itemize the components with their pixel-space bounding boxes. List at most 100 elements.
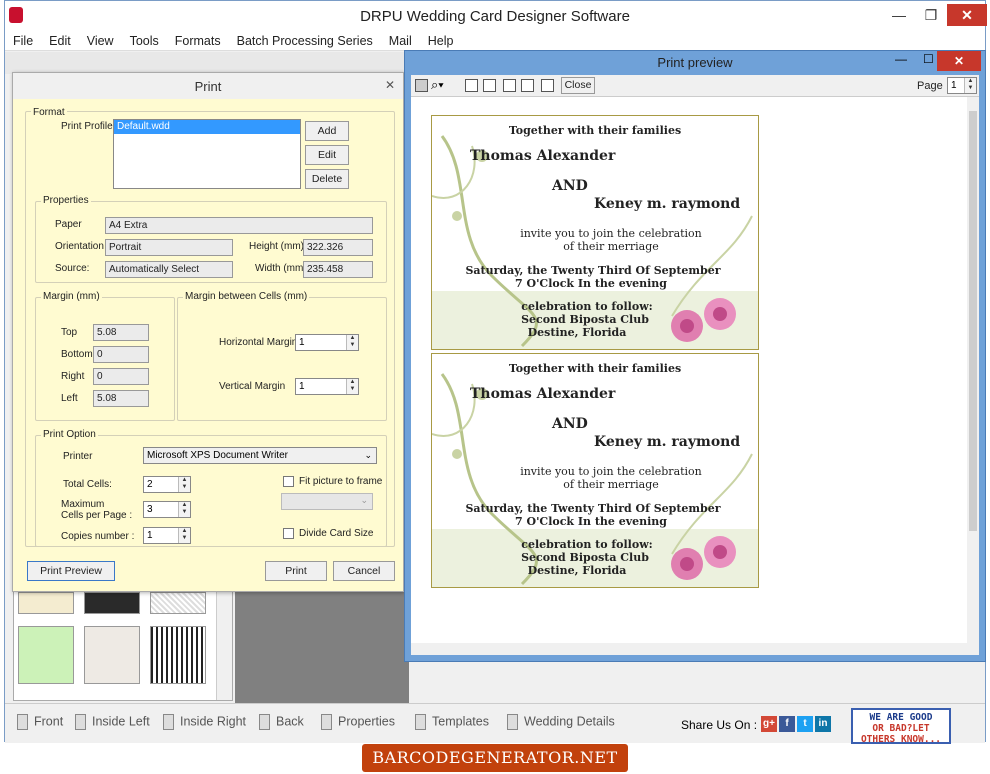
toolbar <box>5 52 405 74</box>
printer-select[interactable]: Microsoft XPS Document Writer ⌄ <box>143 447 377 464</box>
top-margin-field[interactable]: 5.08 <box>93 324 149 341</box>
preview-close-icon[interactable]: ✕ <box>937 51 981 71</box>
spin-arrows-icon[interactable]: ▲ ▼ <box>178 528 190 543</box>
spin-arrows-icon[interactable]: ▲ ▼ <box>346 379 358 394</box>
total-cells-stepper[interactable]: 2 ▲ ▼ <box>143 476 191 493</box>
template-thumbnail[interactable] <box>84 626 140 684</box>
menu-mail[interactable]: Mail <box>381 31 420 51</box>
print-profile-list[interactable]: Default.wdd <box>113 119 301 189</box>
copies-stepper[interactable]: 1 ▲ ▼ <box>143 527 191 544</box>
six-pages-icon[interactable] <box>541 79 554 92</box>
tab-inside-right[interactable]: Inside Right <box>163 714 246 730</box>
card-text: of their merriage <box>563 240 659 253</box>
tab-properties[interactable]: Properties <box>321 714 395 730</box>
bottom-margin-field[interactable]: 0 <box>93 346 149 363</box>
three-pages-icon[interactable] <box>503 79 516 92</box>
menu-formats[interactable]: Formats <box>167 31 229 51</box>
menu-tools[interactable]: Tools <box>122 31 167 51</box>
preview-close-button[interactable]: Close <box>561 77 595 94</box>
feedback-line: OTHERS KNOW... <box>860 734 942 745</box>
cancel-button[interactable]: Cancel <box>333 561 395 581</box>
minimize-button[interactable]: — <box>885 4 913 26</box>
menu-file[interactable]: File <box>5 31 41 51</box>
paper-label: Paper <box>55 219 82 230</box>
menu-view[interactable]: View <box>79 31 122 51</box>
card-text: Saturday, the Twenty Third Of September <box>465 502 721 515</box>
close-button[interactable]: ✕ <box>947 4 987 26</box>
facebook-icon[interactable]: f <box>779 716 795 732</box>
template-thumbnail[interactable] <box>84 592 140 614</box>
feedback-badge[interactable]: WE ARE GOOD OR BAD?LET OTHERS KNOW... <box>851 708 951 745</box>
print-preview-button[interactable]: Print Preview <box>27 561 115 581</box>
fit-picture-select: ⌄ <box>281 493 373 510</box>
left-margin-field[interactable]: 5.08 <box>93 390 149 407</box>
card-text: of their merriage <box>563 478 659 491</box>
print-icon[interactable] <box>415 79 428 92</box>
spin-arrows-icon[interactable]: ▲ ▼ <box>346 335 358 350</box>
tab-label: Templates <box>432 714 489 729</box>
one-page-icon[interactable] <box>465 79 478 92</box>
horizontal-margin-stepper[interactable]: 1 ▲ ▼ <box>295 334 359 351</box>
template-thumbnail[interactable] <box>150 592 206 614</box>
print-dialog-close-button[interactable]: ✕ <box>379 75 401 95</box>
printer-value: Microsoft XPS Document Writer <box>147 450 288 461</box>
maximize-icon[interactable]: ☐ <box>923 52 934 66</box>
tab-wedding-details[interactable]: Wedding Details <box>507 714 615 730</box>
two-pages-icon[interactable] <box>483 79 496 92</box>
thumbnail-scrollbar[interactable] <box>216 592 232 700</box>
tab-inside-left[interactable]: Inside Left <box>75 714 150 730</box>
template-thumbnail[interactable] <box>18 592 74 614</box>
card-text: invite you to join the celebration <box>520 465 702 478</box>
menu-batch-processing[interactable]: Batch Processing Series <box>229 31 381 51</box>
minimize-icon[interactable]: — <box>895 52 907 66</box>
bride-name: Keney m. raymond <box>594 434 741 450</box>
margin-legend: Margin (mm) <box>41 291 102 302</box>
template-thumbnail[interactable] <box>18 626 74 684</box>
template-thumbnail[interactable] <box>150 626 206 684</box>
delete-profile-button[interactable]: Delete <box>305 169 349 189</box>
menu-edit[interactable]: Edit <box>41 31 79 51</box>
preview-vertical-scrollbar[interactable] <box>967 97 979 643</box>
properties-legend: Properties <box>41 195 91 206</box>
tab-label: Front <box>34 714 64 729</box>
fit-picture-checkbox[interactable] <box>283 476 294 487</box>
orientation-label: Orientation <box>55 241 104 252</box>
zoom-icon[interactable]: ⌕▾ <box>431 77 444 93</box>
divide-card-checkbox[interactable] <box>283 528 294 539</box>
preview-horizontal-scrollbar[interactable] <box>411 643 979 655</box>
right-margin-field[interactable]: 0 <box>93 368 149 385</box>
print-button[interactable]: Print <box>265 561 327 581</box>
scroll-thumb[interactable] <box>969 111 977 531</box>
tab-templates[interactable]: Templates <box>415 714 489 730</box>
page-stepper[interactable]: 1 ▲ ▼ <box>947 77 977 94</box>
tab-front[interactable]: Front <box>17 714 63 730</box>
tab-back[interactable]: Back <box>259 714 304 730</box>
spin-arrows-icon[interactable]: ▲ ▼ <box>178 502 190 517</box>
four-pages-icon[interactable] <box>521 79 534 92</box>
app-title: DRPU Wedding Card Designer Software <box>360 8 630 25</box>
details-icon <box>507 714 518 730</box>
menu-help[interactable]: Help <box>420 31 462 51</box>
card-text: Destine, Florida <box>527 564 627 577</box>
spin-arrows-icon[interactable]: ▲ ▼ <box>178 477 190 492</box>
share-label: Share Us On : <box>681 718 758 732</box>
restore-button[interactable]: ❐ <box>917 4 945 26</box>
card-icon <box>163 714 174 730</box>
orientation-field: Portrait <box>105 239 233 256</box>
twitter-icon[interactable]: t <box>797 716 813 732</box>
spin-arrows-icon[interactable]: ▲ ▼ <box>964 78 976 93</box>
add-profile-button[interactable]: Add <box>305 121 349 141</box>
vertical-margin-stepper[interactable]: 1 ▲ ▼ <box>295 378 359 395</box>
card-text: Together with their families <box>508 124 682 137</box>
groom-name: Thomas Alexander <box>470 386 616 402</box>
cell-margin-legend: Margin between Cells (mm) <box>183 291 310 302</box>
card-preview: Together with their families Thomas Alex… <box>431 115 759 350</box>
google-plus-icon[interactable]: g+ <box>761 716 777 732</box>
template-thumbnail-panel <box>13 591 233 701</box>
edit-profile-button[interactable]: Edit <box>305 145 349 165</box>
profile-list-item[interactable]: Default.wdd <box>114 120 300 134</box>
card-text: 7 O'Clock In the evening <box>515 277 667 290</box>
linkedin-icon[interactable]: in <box>815 716 831 732</box>
max-cells-stepper[interactable]: 3 ▲ ▼ <box>143 501 191 518</box>
card-text: invite you to join the celebration <box>520 227 702 240</box>
